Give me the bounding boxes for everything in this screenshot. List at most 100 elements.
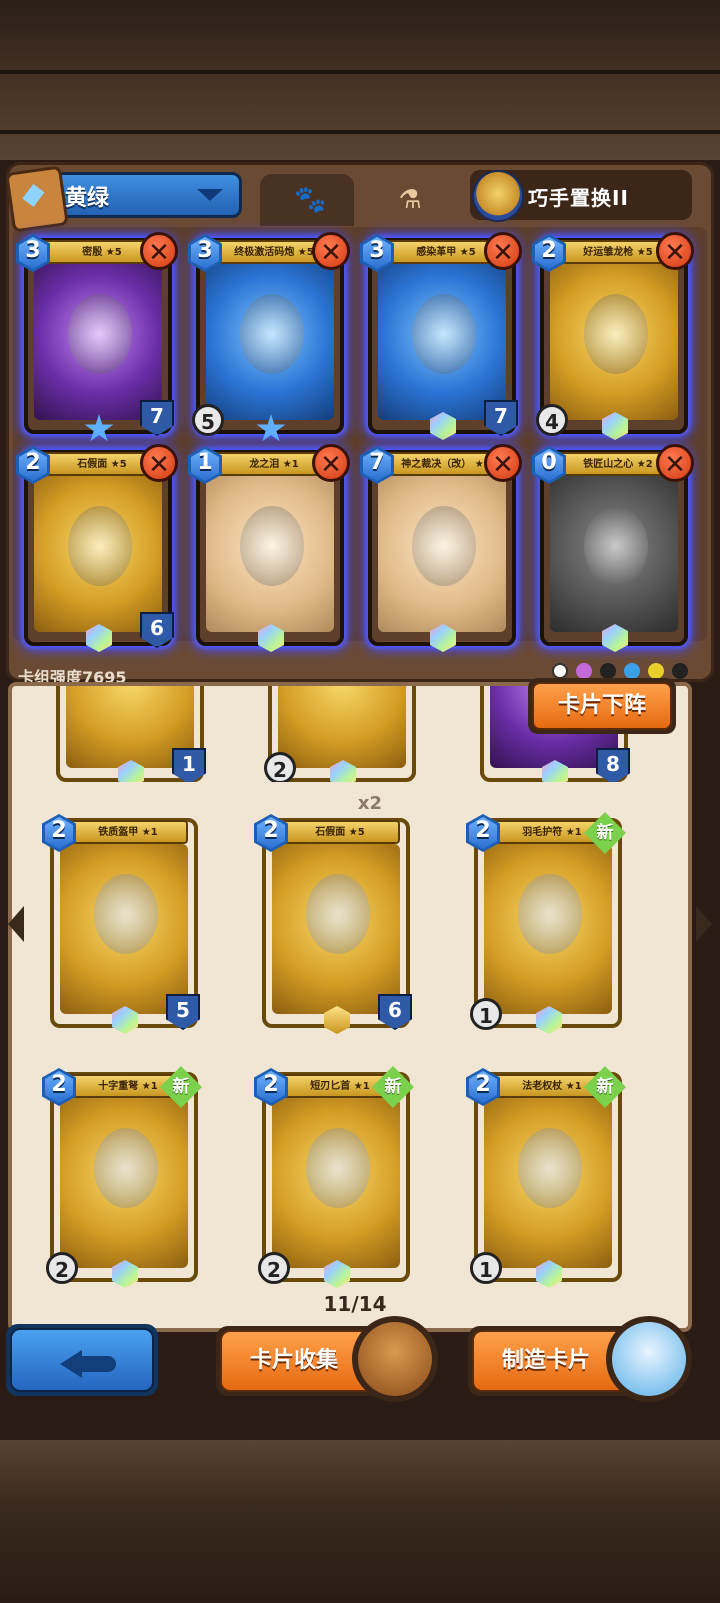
cost-value: 2 <box>475 1072 491 1097</box>
hp-value: 8 <box>596 748 630 782</box>
close-icon[interactable]: ✕ <box>312 232 350 270</box>
prev-page-arrow[interactable] <box>8 906 24 942</box>
library-card[interactable]: 短刃匕首 ★1 2 新 2 <box>254 1066 414 1288</box>
blue-filter-icon[interactable] <box>624 663 640 679</box>
back-arrow-icon <box>10 1328 154 1392</box>
card-item-image <box>412 506 476 586</box>
attack-value: 2 <box>46 1252 78 1284</box>
cost-value: 2 <box>51 1072 67 1097</box>
deck-card[interactable]: 好运雏龙枪 ★5 2 ✕ 4 <box>532 232 694 440</box>
library-card[interactable]: 十字重弩 ★1 2 新 2 <box>42 1066 202 1288</box>
cost-value: 1 <box>197 450 213 475</box>
hp-value: 6 <box>140 612 174 648</box>
attack-value: 5 <box>192 404 224 436</box>
bottom-wood-band <box>0 1440 720 1603</box>
hp-value: 1 <box>172 748 206 782</box>
back-button[interactable] <box>6 1324 158 1396</box>
duplicate-count: x2 <box>357 793 383 814</box>
library-card[interactable]: 1 <box>56 686 206 782</box>
card-title-banner: 铁质盔甲 ★1 <box>68 820 188 844</box>
close-icon[interactable]: ✕ <box>484 444 522 482</box>
tab-pets[interactable]: 🐾 <box>260 174 354 226</box>
deck-name: 黄绿 <box>65 186 110 211</box>
deck-card[interactable]: 神之裁决（改） ★1 7 ✕ <box>360 444 522 652</box>
cost-value: 3 <box>369 238 385 263</box>
hp-value: 5 <box>166 994 200 1030</box>
attack-value: 1 <box>470 998 502 1030</box>
library-card[interactable]: 铁质盔甲 ★1 2 5 <box>42 814 200 1034</box>
card-item-image <box>584 506 648 586</box>
cost-value: 2 <box>25 450 41 475</box>
attack-value: 2 <box>264 752 296 782</box>
cost-value: 7 <box>369 450 385 475</box>
cost-value: 2 <box>541 238 557 263</box>
purple-filter-icon[interactable] <box>576 663 592 679</box>
deck-book-icon <box>5 165 69 233</box>
library-card[interactable]: 2 <box>264 686 416 782</box>
cost-value: 3 <box>197 238 213 263</box>
card-title: 石假面 ★5 <box>315 827 365 838</box>
card-item-image <box>518 1128 582 1208</box>
library-card[interactable]: 法老权杖 ★1 2 新 1 <box>466 1066 626 1288</box>
tab-potions[interactable]: ⚗ <box>362 174 456 226</box>
cost-value: 3 <box>25 238 41 263</box>
card-item-image <box>94 874 158 954</box>
deck-selector[interactable]: 黄绿 <box>5 165 242 233</box>
card-item-image <box>240 506 304 586</box>
close-icon[interactable]: ✕ <box>656 444 694 482</box>
deck-card[interactable]: 感染革甲 ★5 3 ✕ 7 <box>360 232 522 440</box>
card-title-banner: 石假面 ★5 <box>280 820 400 844</box>
deck-card[interactable]: 密殷 ★5 3 ✕ 7 <box>16 232 178 442</box>
deck-card[interactable]: 铁匠山之心 ★2 0 ✕ <box>532 444 694 652</box>
library-card[interactable]: 羽毛护符 ★1 2 新 1 <box>466 812 626 1034</box>
top-wood-band <box>0 0 720 160</box>
chevron-down-icon <box>197 189 223 201</box>
gold-filter-icon[interactable] <box>648 663 664 679</box>
white-filter-icon[interactable] <box>552 663 568 679</box>
hero-skill-label: 巧手置换II <box>528 186 629 210</box>
card-item-image <box>68 506 132 586</box>
card-item-image <box>584 294 648 374</box>
remove-card-label: 卡片下阵 <box>532 682 672 730</box>
cost-value: 2 <box>475 818 491 843</box>
paw-icon: 🐾 <box>294 185 327 215</box>
dark-filter-icon[interactable] <box>600 663 616 679</box>
close-icon[interactable]: ✕ <box>656 232 694 270</box>
remove-card-button[interactable]: 卡片下阵 <box>528 678 676 734</box>
card-item-image <box>68 294 132 374</box>
card-title: 铁质盔甲 ★1 <box>98 827 158 838</box>
deck-card[interactable]: 龙之泪 ★1 1 ✕ <box>188 444 350 652</box>
paw-jar-icon[interactable] <box>606 1316 692 1402</box>
paw-filter-icon[interactable] <box>672 663 688 679</box>
hp-value: 7 <box>140 400 174 436</box>
deck-card[interactable]: 石假面 ★5 2 ✕ 6 <box>16 444 178 652</box>
page-indicator: 11/14 <box>323 1292 387 1316</box>
card-item-image <box>306 1128 370 1208</box>
close-icon[interactable]: ✕ <box>140 232 178 270</box>
close-icon[interactable]: ✕ <box>312 444 350 482</box>
card-book-icon[interactable] <box>352 1316 438 1402</box>
potion-icon: ⚗ <box>398 185 422 215</box>
card-item-image <box>412 294 476 374</box>
deck-card[interactable]: 终极激活码炮 ★5 3 ✕ 5 <box>188 232 350 442</box>
hp-value: 7 <box>484 400 518 436</box>
card-item-image <box>306 874 370 954</box>
cost-value: 2 <box>263 818 279 843</box>
cost-value: 2 <box>51 818 67 843</box>
hp-value: 6 <box>378 994 412 1030</box>
card-item-image <box>240 294 304 374</box>
attack-value: 1 <box>470 1252 502 1284</box>
attack-value: 4 <box>536 404 568 436</box>
close-icon[interactable]: ✕ <box>484 232 522 270</box>
next-page-arrow[interactable] <box>696 906 712 942</box>
card-item-image <box>94 1128 158 1208</box>
close-icon[interactable]: ✕ <box>140 444 178 482</box>
hero-skill[interactable]: 巧手置换II <box>470 170 692 222</box>
attack-value: 2 <box>258 1252 290 1284</box>
plank-line <box>0 70 720 74</box>
cost-value: 2 <box>263 1072 279 1097</box>
hero-avatar <box>472 170 524 222</box>
cost-value: 0 <box>541 450 557 475</box>
library-card[interactable]: 石假面 ★5 2 6 <box>254 814 412 1034</box>
plank-line <box>0 130 720 134</box>
